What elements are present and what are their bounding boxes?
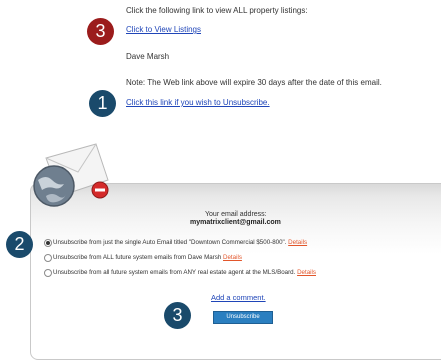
option-single-email-label: Unsubscribe from just the single Auto Em…	[53, 239, 307, 246]
listings-intro-text: Click the following link to view ALL pro…	[126, 6, 308, 15]
agent-signature: Dave Marsh	[126, 52, 170, 61]
callout-badge-3-bottom: 3	[164, 302, 191, 329]
callout-badge-1: 1	[89, 90, 116, 117]
option-single-email-details-link[interactable]: Details	[288, 239, 307, 246]
option-all-agents-radio[interactable]	[44, 269, 52, 277]
unsubscribe-link[interactable]: Click this link if you wish to Unsubscri…	[126, 98, 270, 108]
option-agent-emails-text: Unsubscribe from ALL future system email…	[53, 254, 222, 261]
callout-badge-2: 2	[6, 231, 33, 258]
option-all-agents-details-link[interactable]: Details	[297, 269, 316, 276]
unsubscribe-button[interactable]: Unsubscribe	[213, 311, 273, 324]
email-globe-icon	[33, 143, 109, 207]
option-agent-emails-radio[interactable]	[44, 254, 52, 262]
email-address-value: mymatrixclient@gmail.com	[190, 219, 281, 226]
option-all-agents-label: Unsubscribe from all future system email…	[53, 269, 316, 276]
option-agent-emails-details-link[interactable]: Details	[223, 254, 242, 261]
link-expiry-note: Note: The Web link above will expire 30 …	[126, 78, 382, 87]
add-comment-link[interactable]: Add a comment.	[211, 293, 266, 303]
view-listings-link[interactable]: Click to View Listings	[126, 25, 201, 35]
callout-badge-3-top: 3	[87, 18, 114, 45]
option-single-email-radio[interactable]	[44, 239, 52, 247]
option-agent-emails-label: Unsubscribe from ALL future system email…	[53, 254, 242, 261]
option-all-agents-text: Unsubscribe from all future system email…	[53, 269, 296, 276]
option-single-email-text: Unsubscribe from just the single Auto Em…	[53, 239, 287, 246]
